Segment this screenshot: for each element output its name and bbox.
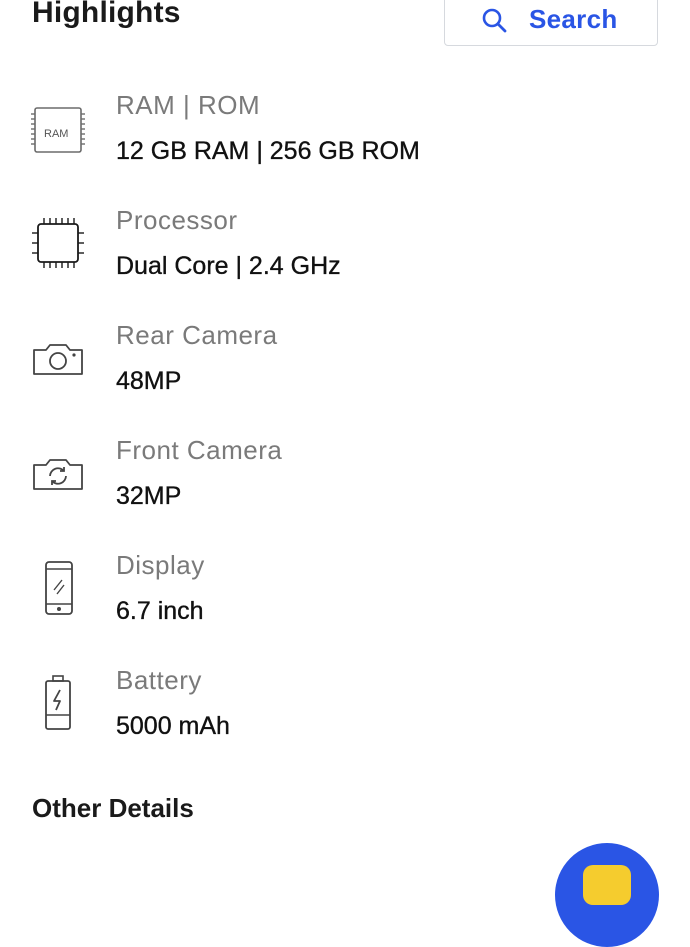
highlight-label: Battery [116, 665, 202, 695]
front-camera-icon [33, 459, 83, 490]
highlight-label: RAM | ROM [116, 90, 261, 120]
highlight-label: Rear Camera [116, 320, 278, 350]
search-button[interactable]: Search [444, 0, 658, 46]
highlight-item-front-camera: Front Camera 32MP [0, 435, 690, 535]
highlight-value: 5000 mAh [116, 712, 230, 740]
highlight-item-processor: Processor Dual Core | 2.4 GHz [0, 205, 690, 305]
search-label: Search [529, 4, 618, 34]
highlight-label: Processor [116, 205, 238, 235]
phone-display-icon [45, 561, 73, 615]
highlight-item-battery: Battery 5000 mAh [0, 665, 690, 765]
floating-action-button[interactable] [555, 843, 659, 947]
ram-chip-icon-text: RAM [44, 128, 69, 140]
search-icon [482, 8, 507, 33]
camera-icon [33, 344, 83, 375]
highlight-value: 6.7 inch [116, 597, 204, 625]
highlight-value: 12 GB RAM | 256 GB ROM [116, 137, 420, 165]
section-title-other-details: Other Details [32, 793, 194, 823]
battery-icon [45, 675, 71, 730]
highlight-label: Front Camera [116, 435, 283, 465]
highlight-item-ram-rom: RAM RAM | ROM 12 GB RAM | 256 GB ROM [0, 90, 690, 190]
highlight-item-rear-camera: Rear Camera 48MP [0, 320, 690, 420]
fab-icon [583, 865, 631, 905]
page-title: Highlights [32, 0, 181, 29]
processor-icon [32, 218, 84, 268]
highlight-value: 32MP [116, 482, 182, 510]
highlight-value: Dual Core | 2.4 GHz [116, 252, 341, 280]
highlight-item-display: Display 6.7 inch [0, 550, 690, 650]
highlight-label: Display [116, 550, 205, 580]
highlight-value: 48MP [116, 367, 182, 395]
